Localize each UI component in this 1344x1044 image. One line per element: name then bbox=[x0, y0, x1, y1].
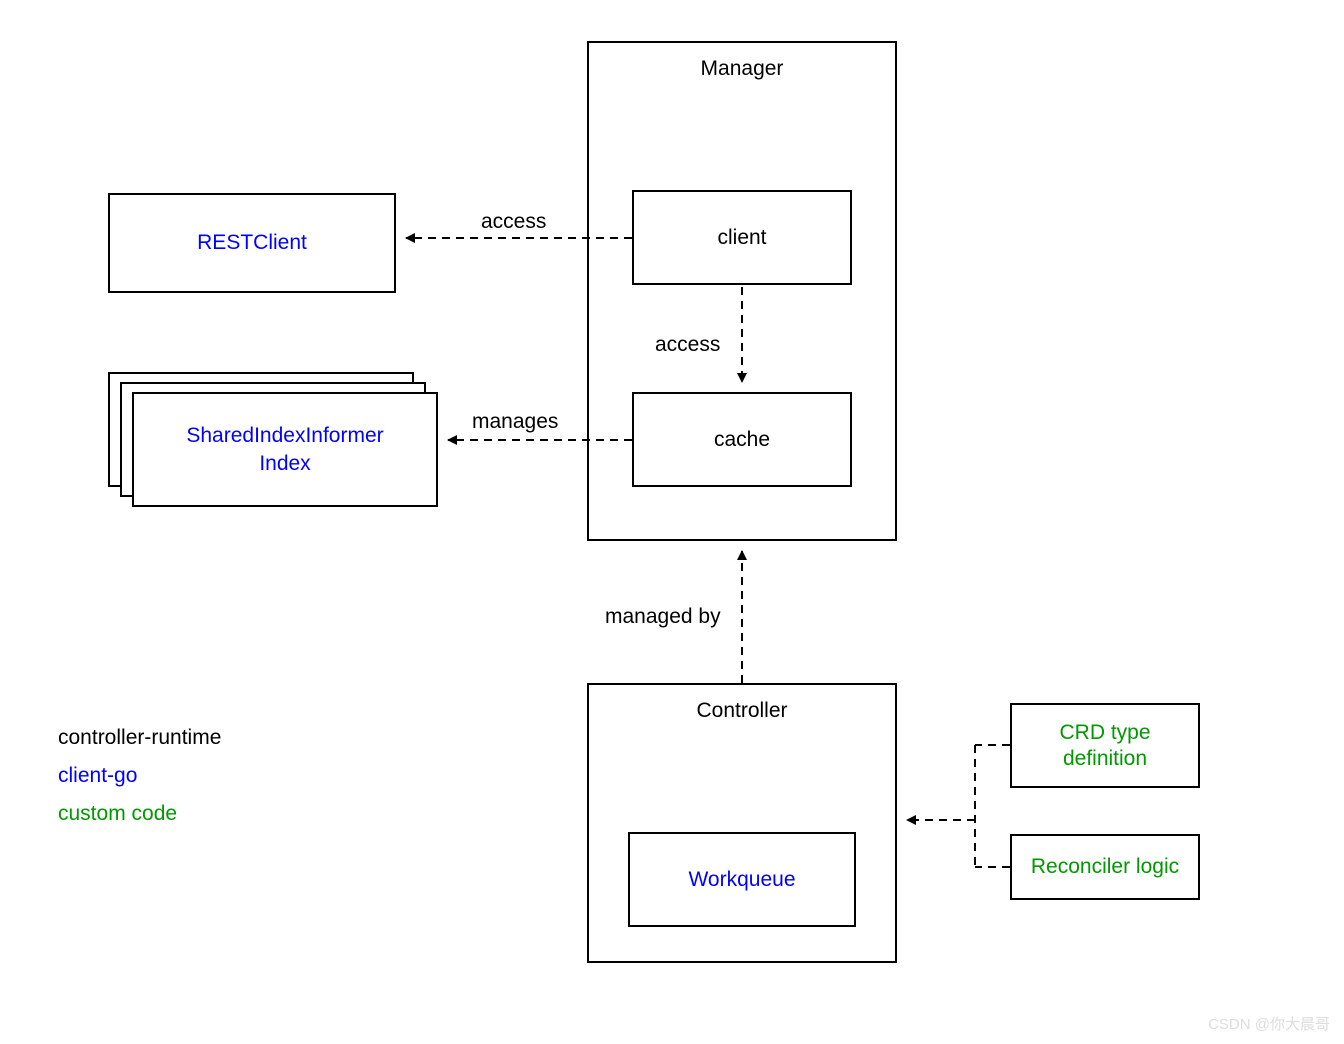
client-label: client bbox=[717, 226, 766, 250]
workqueue-box: Workqueue bbox=[628, 832, 856, 927]
workqueue-label: Workqueue bbox=[688, 868, 795, 892]
restclient-label: RESTClient bbox=[197, 231, 307, 255]
access1-label: access bbox=[481, 210, 546, 234]
watermark: CSDN @你大晨哥 bbox=[1208, 1013, 1330, 1034]
managedby-label: managed by bbox=[605, 605, 721, 629]
reconciler-box: Reconciler logic bbox=[1010, 834, 1200, 900]
cache-label: cache bbox=[714, 428, 770, 452]
cache-box: cache bbox=[632, 392, 852, 487]
access2-label: access bbox=[655, 333, 720, 357]
restclient-box: RESTClient bbox=[108, 193, 396, 293]
reconciler-label: Reconciler logic bbox=[1031, 855, 1179, 879]
manager-title: Manager bbox=[589, 57, 895, 81]
client-box: client bbox=[632, 190, 852, 285]
controller-title: Controller bbox=[589, 699, 895, 723]
crdtype-box: CRD type definition bbox=[1010, 703, 1200, 788]
crdtype-line1: CRD type bbox=[1059, 721, 1150, 745]
sharedindex-box: SharedIndexInformer Index bbox=[132, 392, 438, 507]
legend-controller-runtime: controller-runtime bbox=[58, 726, 221, 750]
crdtype-line2: definition bbox=[1063, 747, 1147, 771]
legend-client-go: client-go bbox=[58, 764, 137, 788]
legend-custom-code: custom code bbox=[58, 802, 177, 826]
manages-label: manages bbox=[472, 410, 558, 434]
sharedindex-line2: Index bbox=[259, 452, 310, 476]
sharedindex-line1: SharedIndexInformer bbox=[186, 424, 383, 448]
